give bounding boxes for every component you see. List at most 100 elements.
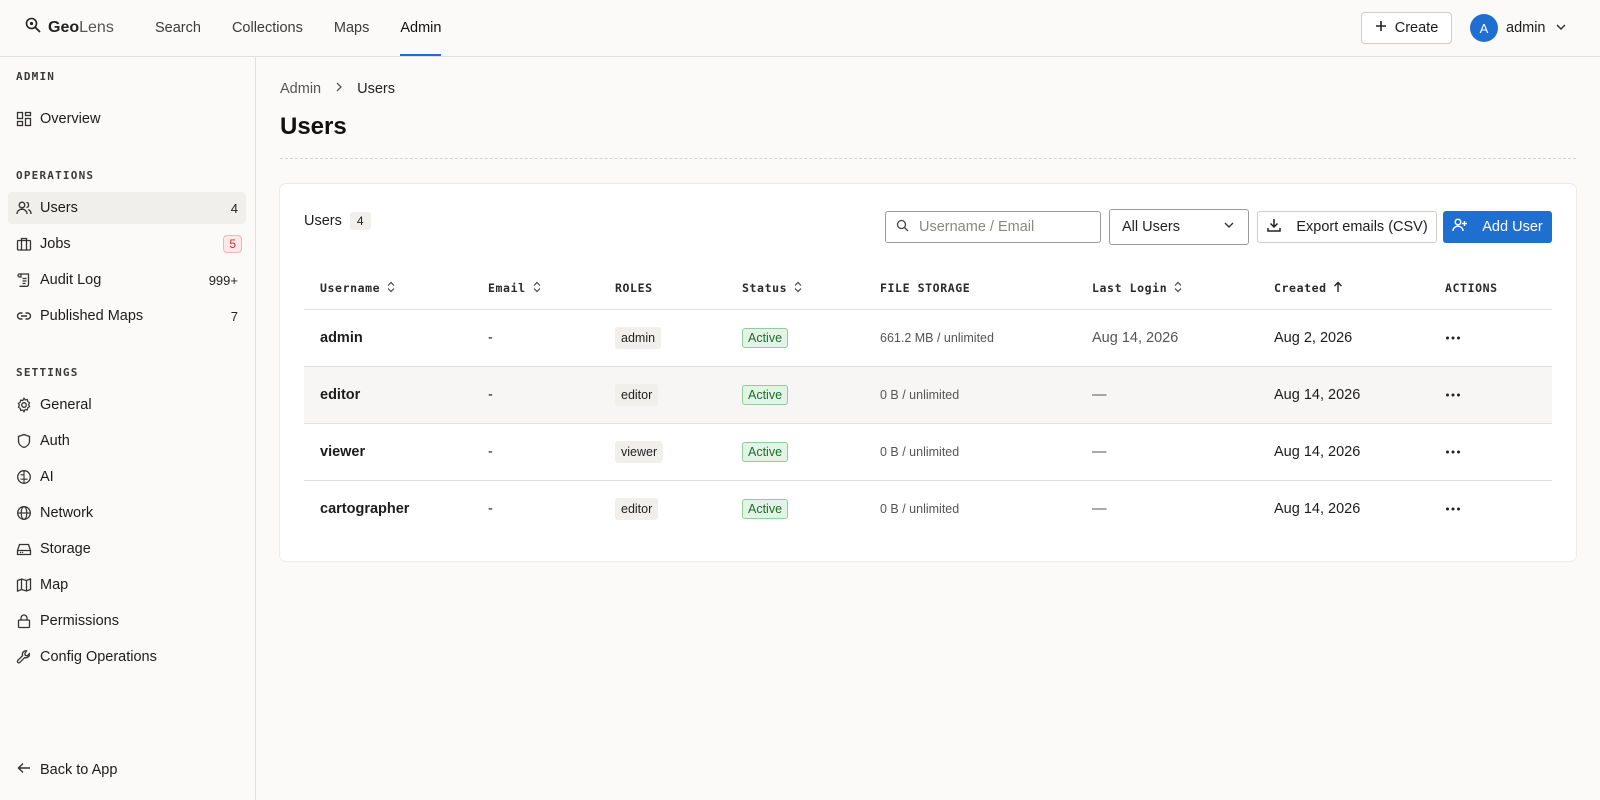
sidebar-item-auth[interactable]: Auth — [8, 425, 246, 457]
lock-icon — [16, 613, 32, 629]
search-field[interactable] — [885, 211, 1101, 243]
back-to-app-link[interactable]: Back to App — [16, 760, 117, 780]
card-header: Users 4 — [304, 212, 371, 230]
sidebar-item-users[interactable]: Users 4 — [8, 192, 246, 224]
cell-username: cartographer — [320, 501, 410, 517]
cell-email: - — [488, 444, 493, 460]
sidebar-item-label: Users — [40, 200, 78, 216]
more-actions-icon[interactable] — [1441, 326, 1465, 350]
nav-search[interactable]: Search — [155, 0, 201, 56]
sidebar-item-label: Config Operations — [40, 649, 157, 665]
brain-icon — [16, 469, 32, 485]
sidebar-item-overview[interactable]: Overview — [8, 103, 246, 135]
sidebar-item-label: Jobs — [40, 236, 71, 252]
logo-text-bold: Geo — [48, 18, 80, 36]
cell-status: Active — [742, 367, 789, 423]
more-actions-icon[interactable] — [1441, 383, 1465, 407]
plus-icon — [1375, 20, 1387, 36]
column-roles-label: ROLES — [615, 281, 653, 295]
create-button[interactable]: Create — [1361, 12, 1452, 44]
jobs-count-badge: 5 — [223, 235, 242, 253]
users-count: 4 — [230, 200, 238, 216]
logo-text-light: Lens — [79, 18, 114, 36]
column-username-label: Username — [320, 281, 381, 295]
table-row[interactable]: cartographer - editor Active 0 B / unlim… — [304, 481, 1552, 538]
column-actions: ACTIONS — [1445, 266, 1498, 310]
cell-roles: editor — [615, 367, 659, 423]
sidebar-item-general[interactable]: General — [8, 389, 246, 421]
role-chip: editor — [615, 498, 659, 520]
section-settings-heading: SETTINGS — [16, 366, 79, 379]
status-badge: Active — [742, 328, 789, 348]
cell-status: Active — [742, 424, 789, 480]
cell-roles: viewer — [615, 424, 664, 480]
search-input[interactable] — [919, 219, 1089, 235]
chevron-down-icon — [1222, 218, 1236, 236]
role-chip: viewer — [615, 441, 664, 463]
sidebar-item-config-operations[interactable]: Config Operations — [8, 641, 246, 673]
shield-icon — [16, 433, 32, 449]
search-icon — [896, 219, 909, 235]
table-row[interactable]: admin - admin Active 661.2 MB / unlimite… — [304, 310, 1552, 367]
column-last-login[interactable]: Last Login — [1092, 266, 1183, 310]
nav-admin[interactable]: Admin — [400, 0, 442, 56]
users-card: Users 4 All Users Export emails (CSV) Ad… — [280, 184, 1576, 561]
column-roles: ROLES — [615, 266, 653, 310]
nav-collections[interactable]: Collections — [232, 0, 303, 56]
column-file-storage: FILE STORAGE — [880, 266, 970, 310]
cell-file-storage: 0 B / unlimited — [880, 445, 960, 459]
sidebar-item-audit-log[interactable]: Audit Log 999+ — [8, 264, 246, 296]
cell-created: Aug 14, 2026 — [1274, 387, 1361, 403]
chevron-right-icon — [333, 81, 345, 97]
card-title: Users — [304, 213, 342, 229]
export-label: Export emails (CSV) — [1296, 219, 1428, 235]
column-last-login-label: Last Login — [1092, 281, 1168, 295]
cell-last-login: — — [1092, 444, 1107, 460]
sidebar-item-label: Published Maps — [40, 308, 144, 324]
export-emails-button[interactable]: Export emails (CSV) — [1257, 211, 1437, 243]
column-email[interactable]: Email — [488, 266, 542, 310]
sidebar-item-permissions[interactable]: Permissions — [8, 605, 246, 637]
table-row[interactable]: viewer - viewer Active 0 B / unlimited —… — [304, 424, 1552, 481]
sidebar-item-label: Permissions — [40, 613, 119, 629]
column-status-label: Status — [742, 281, 788, 295]
sidebar-item-published-maps[interactable]: Published Maps 7 — [8, 300, 246, 332]
scroll-icon — [16, 272, 32, 288]
column-email-label: Email — [488, 281, 526, 295]
user-filter-select[interactable]: All Users — [1109, 209, 1249, 245]
sidebar-item-map[interactable]: Map — [8, 569, 246, 601]
page-title: Users — [280, 113, 347, 140]
cell-roles: admin — [615, 310, 662, 366]
more-actions-icon[interactable] — [1441, 497, 1465, 521]
more-actions-icon[interactable] — [1441, 440, 1465, 464]
user-menu[interactable]: A admin — [1470, 14, 1568, 42]
gear-icon — [16, 397, 32, 413]
role-chip: admin — [615, 327, 662, 349]
wrench-icon — [16, 649, 32, 665]
globe-icon — [16, 505, 32, 521]
sidebar-item-label: Map — [40, 577, 69, 593]
table-row[interactable]: editor - editor Active 0 B / unlimited —… — [304, 367, 1552, 424]
nav-maps[interactable]: Maps — [334, 0, 369, 56]
arrow-left-icon — [16, 760, 32, 780]
admin-sidebar: ADMIN Overview OPERATIONS Users 4 Jobs 5… — [0, 57, 256, 800]
cell-created: Aug 14, 2026 — [1274, 444, 1361, 460]
column-username[interactable]: Username — [320, 266, 396, 310]
app-logo[interactable]: GeoLens — [24, 16, 114, 39]
column-created[interactable]: Created — [1274, 266, 1343, 310]
sidebar-item-storage[interactable]: Storage — [8, 533, 246, 565]
sidebar-item-ai[interactable]: AI — [8, 461, 246, 493]
sidebar-item-jobs[interactable]: Jobs 5 — [8, 228, 246, 260]
cell-actions — [1441, 424, 1465, 480]
sidebar-item-network[interactable]: Network — [8, 497, 246, 529]
map-icon — [16, 577, 32, 593]
main-nav: Search Collections Maps Admin — [155, 0, 442, 56]
breadcrumb-admin[interactable]: Admin — [280, 81, 321, 97]
breadcrumb: Admin Users — [280, 81, 395, 97]
column-status[interactable]: Status — [742, 266, 803, 310]
cell-email: - — [488, 501, 493, 517]
add-user-button[interactable]: Add User — [1443, 211, 1552, 243]
sidebar-item-label: General — [40, 397, 92, 413]
add-user-label: Add User — [1482, 219, 1543, 235]
user-plus-icon — [1452, 217, 1468, 237]
